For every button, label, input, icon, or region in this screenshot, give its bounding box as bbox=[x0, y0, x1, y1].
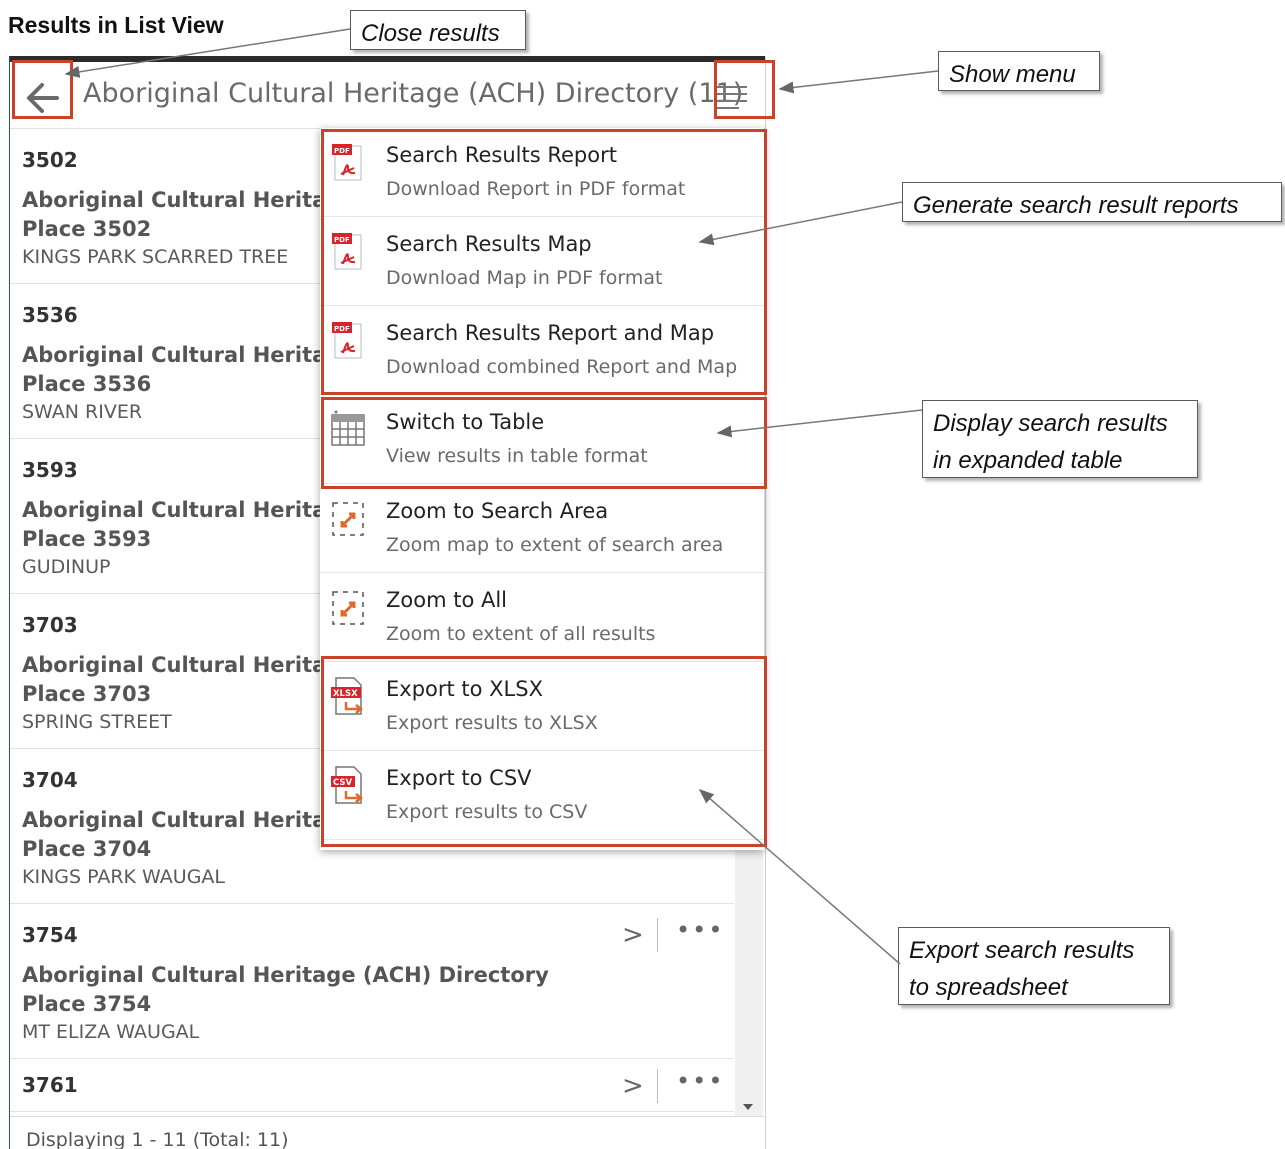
result-id: 3703 bbox=[22, 613, 78, 637]
result-name: KINGS PARK WAUGAL bbox=[22, 866, 225, 888]
menu-item-description: Download Map in PDF format bbox=[386, 267, 663, 289]
panel-footer: Displaying 1 - 11 (Total: 11) bbox=[10, 1116, 765, 1149]
result-title: Aboriginal Cultural Heritage (ACH) Direc… bbox=[22, 963, 549, 1016]
back-arrow-icon[interactable] bbox=[24, 82, 60, 114]
table-icon bbox=[330, 409, 366, 451]
zoom-extent-icon bbox=[330, 498, 366, 540]
chevron-right-icon[interactable]: > bbox=[622, 920, 644, 950]
svg-text:XLSX: XLSX bbox=[333, 689, 358, 699]
menu-item-label: Search Results Report and Map bbox=[386, 321, 715, 345]
menu-item-description: View results in table format bbox=[386, 445, 648, 467]
result-title: Aboriginal Cultural Heritage Place 3704 bbox=[22, 808, 356, 861]
page-heading: Results in List View bbox=[8, 12, 224, 38]
menu-item-export-to-xlsx[interactable]: XLSX Export to XLSX Export results to XL… bbox=[320, 662, 764, 751]
menu-item-description: Export results to XLSX bbox=[386, 712, 598, 734]
pdf-icon: PDF bbox=[330, 320, 366, 362]
svg-text:PDF: PDF bbox=[334, 147, 350, 155]
result-title: Aboriginal Cultural Heritage Place 3593 bbox=[22, 498, 356, 551]
chevron-right-icon[interactable]: > bbox=[622, 1071, 644, 1101]
pdf-icon: PDF bbox=[330, 142, 366, 184]
svg-text:PDF: PDF bbox=[334, 325, 350, 333]
menu-item-label: Export to XLSX bbox=[386, 677, 543, 701]
menu-item-search-results-report[interactable]: PDF Search Results Report Download Repor… bbox=[320, 128, 764, 217]
divider bbox=[657, 1069, 658, 1103]
menu-item-switch-to-table[interactable]: Switch to Table View results in table fo… bbox=[320, 395, 764, 484]
hamburger-menu-icon[interactable] bbox=[717, 84, 747, 110]
list-item[interactable]: 3761 > ••• bbox=[10, 1059, 734, 1112]
menu-item-label: Switch to Table bbox=[386, 410, 545, 434]
result-id: 3593 bbox=[22, 458, 78, 482]
menu-item-description: Zoom map to extent of search area bbox=[386, 534, 724, 556]
callout-close-results: Close results bbox=[350, 10, 526, 50]
callout-generate-reports: Generate search result reports bbox=[902, 182, 1282, 222]
pdf-icon: PDF bbox=[330, 231, 366, 273]
menu-item-export-to-csv[interactable]: CSV Export to CSV Export results to CSV bbox=[320, 751, 764, 840]
result-id: 3536 bbox=[22, 303, 78, 327]
zoom-extent-icon bbox=[330, 587, 366, 629]
result-id: 3761 bbox=[22, 1073, 78, 1097]
result-id: 3502 bbox=[22, 148, 78, 172]
menu-item-label: Search Results Report bbox=[386, 143, 617, 167]
results-menu-dropdown: PDF Search Results Report Download Repor… bbox=[320, 128, 764, 850]
menu-item-description: Zoom to extent of all results bbox=[386, 623, 656, 645]
menu-item-description: Export results to CSV bbox=[386, 801, 588, 823]
result-title: Aboriginal Cultural Heritage Place 3502 bbox=[22, 188, 356, 241]
result-title: Aboriginal Cultural Heritage Place 3703 bbox=[22, 653, 356, 706]
menu-item-zoom-to-search-area[interactable]: Zoom to Search Area Zoom map to extent o… bbox=[320, 484, 764, 573]
panel-header: Aboriginal Cultural Heritage (ACH) Direc… bbox=[10, 62, 765, 129]
result-name: KINGS PARK SCARRED TREE bbox=[22, 246, 289, 268]
result-name: SPRING STREET bbox=[22, 711, 172, 733]
xlsx-export-icon: XLSX bbox=[330, 676, 366, 718]
menu-item-search-results-report-and-map[interactable]: PDF Search Results Report and Map Downlo… bbox=[320, 306, 764, 395]
result-name: MT ELIZA WAUGAL bbox=[22, 1021, 200, 1043]
scroll-down-arrow-icon[interactable] bbox=[743, 1104, 753, 1110]
item-controls: > ••• bbox=[622, 916, 724, 952]
menu-item-label: Search Results Map bbox=[386, 232, 592, 256]
menu-item-label: Export to CSV bbox=[386, 766, 532, 790]
menu-item-label: Zoom to Search Area bbox=[386, 499, 609, 523]
list-item[interactable]: 3754 > ••• Aboriginal Cultural Heritage … bbox=[10, 904, 734, 1059]
menu-item-description: Download combined Report and Map bbox=[386, 356, 738, 378]
callout-export-spreadsheet: Export search results to spreadsheet bbox=[898, 927, 1170, 1005]
result-name: SWAN RIVER bbox=[22, 401, 143, 423]
svg-text:PDF: PDF bbox=[334, 236, 350, 244]
result-id: 3754 bbox=[22, 923, 78, 947]
menu-item-label: Zoom to All bbox=[386, 588, 508, 612]
svg-text:CSV: CSV bbox=[333, 778, 353, 788]
menu-item-search-results-map[interactable]: PDF Search Results Map Download Map in P… bbox=[320, 217, 764, 306]
pagination-text: Displaying 1 - 11 (Total: 11) bbox=[26, 1129, 289, 1149]
result-name: GUDINUP bbox=[22, 556, 111, 578]
more-options-icon[interactable]: ••• bbox=[676, 916, 724, 944]
divider bbox=[657, 918, 658, 952]
callout-display-table: Display search results in expanded table bbox=[922, 400, 1198, 478]
more-options-icon[interactable]: ••• bbox=[676, 1067, 724, 1095]
csv-export-icon: CSV bbox=[330, 765, 366, 807]
menu-item-description: Download Report in PDF format bbox=[386, 178, 686, 200]
arrow-show-menu bbox=[778, 70, 939, 94]
panel-title: Aboriginal Cultural Heritage (ACH) Direc… bbox=[83, 78, 744, 109]
item-controls: > ••• bbox=[622, 1067, 724, 1103]
menu-item-zoom-to-all[interactable]: Zoom to All Zoom to extent of all result… bbox=[320, 573, 764, 662]
result-title: Aboriginal Cultural Heritage Place 3536 bbox=[22, 343, 356, 396]
callout-show-menu: Show menu bbox=[938, 51, 1100, 91]
result-id: 3704 bbox=[22, 768, 78, 792]
